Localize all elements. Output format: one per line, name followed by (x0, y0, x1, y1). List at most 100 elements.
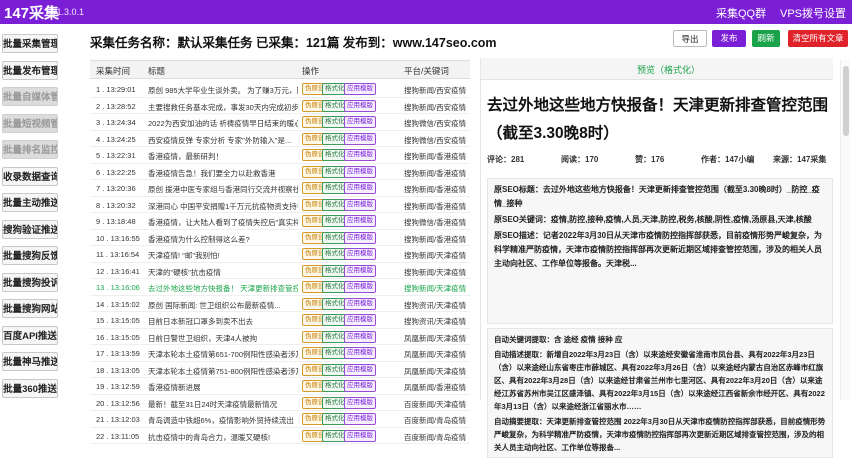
apply-template-button[interactable]: 应用模版 (344, 363, 376, 376)
row-title[interactable]: 目前日本新冠口罩多到卖不出去 (148, 316, 298, 327)
table-row[interactable]: 12 . 13:16:41 天津的"硬核"抗击疫情 伪原创 格式化 应用模版 搜狗新闻/天… (90, 263, 470, 279)
row-site: 百度新闻/天津疫情 (404, 399, 467, 409)
sidebar-item[interactable]: 批量采集管理 (2, 34, 58, 53)
table-row[interactable]: 1 . 13:29:01 原创 985大学毕业生谈外卖。 为了赚3万元，同... 伪… (90, 81, 470, 98)
row-title[interactable]: 西安疫情反弹 专家分析 专家"外防输入"是... (148, 135, 298, 146)
apply-template-button[interactable]: 应用模版 (344, 215, 376, 227)
table-row[interactable]: 18 . 13:13:05 天津本轮本土疫情第751-800例阳性感染者涉及...… (90, 362, 470, 378)
apply-template-button[interactable]: 应用模版 (344, 165, 376, 178)
row-title[interactable]: 香港疫情为什么控制得这么差? (148, 234, 298, 245)
sidebar-item[interactable]: 批量主动推送 (2, 193, 58, 212)
table-row[interactable]: 22 . 13:11:05 抗击疫情中的青岛合力，温暖又硬核! 伪原创 格式化 应用模版… (90, 428, 470, 444)
apply-template-button[interactable]: 应用模版 (344, 83, 376, 95)
apply-template-button[interactable]: 应用模版 (344, 149, 376, 161)
table-row[interactable]: 20 . 13:12:56 最新！截至31日24时天津疫情最新情况 伪原创 格式化 应用… (90, 395, 470, 411)
table-row[interactable]: 10 . 13:16:55 香港疫情为什么控制得这么差? 伪原创 格式化 应用模版 搜狗新… (90, 230, 470, 246)
apply-template-button[interactable]: 应用模版 (344, 429, 376, 442)
row-time: 2 . 13:28:52 (96, 101, 136, 111)
apply-template-button[interactable]: 应用模版 (344, 297, 376, 310)
table-row[interactable]: 8 . 13:20:32深港同心 中国平安捐赠1千万元抗疫物资支持香港...伪原… (90, 197, 470, 213)
row-title[interactable]: 天津本轮本土疫情第651-700例阳性感染者涉及... (148, 349, 298, 360)
table-row[interactable]: 3 . 13:24:34 2022为西安加油的话 祈祷疫情早日结束的暖心... 伪原… (90, 114, 470, 131)
row-site: 搜狗新闻/天津疫情 (404, 251, 467, 260)
row-time: 1 . 13:29:01 (96, 85, 136, 94)
apply-template-button[interactable]: 应用模版 (344, 198, 376, 211)
apply-template-button[interactable]: 应用模版 (344, 248, 376, 260)
preview-scrollbar[interactable] (840, 60, 850, 400)
row-site: 凤凰新闻/天津疫情 (404, 350, 467, 359)
apply-template-button[interactable]: 应用模版 (344, 264, 376, 277)
table-row[interactable]: 16 . 13:15:05 日前日警世卫组织，天津4人被拘 伪原创 格式化 应用模版 凤凰… (90, 329, 470, 345)
row-title[interactable]: 去过外地这些地方快报备！ 天津更新排查管控范围... (148, 283, 298, 294)
article-meta: 评论：281 阅读：170 赞：176 作者：147小编 来源：147采集 (487, 154, 833, 172)
apply-template-button[interactable]: 应用模版 (344, 231, 376, 244)
row-title[interactable]: 原创 援港中医专家组与香港同行交流并视察社区... (148, 184, 298, 195)
row-title[interactable]: 抗击疫情中的青岛合力，温暖又硬核! (148, 432, 298, 443)
table-row[interactable]: 11 . 13:16:54 天津疫情! "邮"我别怕! 伪原创 格式化 应用模版 搜狗新闻… (90, 246, 470, 263)
row-title[interactable]: 香港疫情新进展 (148, 382, 298, 393)
table-row[interactable]: 19 . 13:12:59 香港疫情新进展 伪原创 格式化 应用模版 凤凰新闻/香港疫情 (90, 378, 470, 395)
apply-template-button[interactable]: 应用模版 (344, 99, 376, 112)
row-site: 凤凰新闻/香港疫情 (404, 383, 467, 392)
row-title[interactable]: 主要搜救任务基本完成，事发30天内完成初步调查... (148, 102, 298, 113)
table-row[interactable]: 21 . 13:12:03 青岛调造中铁超6%，疫情影响外贸持续流出 伪原创 格式化应… (90, 411, 470, 428)
sidebar-item[interactable]: 搜狗验证推送 (2, 219, 58, 239)
row-title[interactable]: 天津的"硬核"抗击疫情 (148, 267, 298, 278)
row-title[interactable]: 日前日警世卫组织，天津4人被拘 (148, 333, 298, 344)
row-title[interactable]: 香港疫情告急！我们要全力以赴救香港 (148, 168, 298, 179)
apply-template-button[interactable]: 应用模版 (344, 380, 376, 392)
table-row[interactable]: 14 . 13:15:02 原创 国际新闻: 世卫组织公布最新疫情... 伪原创 格式… (90, 296, 470, 312)
row-title[interactable]: 原创 985大学毕业生谈外卖。 为了赚3万元，同... (148, 85, 298, 96)
row-title[interactable]: 香港疫情，让大陆人看到了疫情失控后"真实样板" (148, 217, 298, 228)
sidebar-item[interactable]: 批量发布管理 (2, 60, 58, 80)
apply-template-button[interactable]: 应用模版 (344, 281, 376, 293)
table-row[interactable]: 17 . 13:13:59 天津本轮本土疫情第651-700例阳性感染者涉及...… (90, 345, 470, 362)
apply-template-button[interactable]: 应用模版 (344, 116, 376, 128)
auto-description: 自动描述提取：新增自2022年3月23日（含）以来途经安徽省淮南市凤台县、具有2… (494, 350, 825, 411)
header-action: 操作 (302, 66, 320, 76)
export-button[interactable]: 导出 (673, 30, 707, 47)
scrollbar-thumb[interactable] (843, 66, 849, 136)
table-row[interactable]: 4 . 13:24:25 西安疫情反弹 专家分析 专家"外防输入"是... 伪原创格… (90, 131, 470, 147)
table-header: 采集时间 标题 操作 平台/关键词 (90, 60, 470, 79)
row-title[interactable]: 青岛调造中铁超6%，疫情影响外贸持续流出 (148, 415, 298, 426)
table-row[interactable]: 5 . 13:22:31 香港疫情，最新研判！ 伪原创 格式化 应用模版 搜狗新闻/香港疫… (90, 147, 470, 164)
row-title[interactable]: 天津本轮本土疫情第751-800例阳性感染者涉及... (148, 366, 298, 377)
table-row[interactable]: 13 . 13:16:06去过外地这些地方快报备！ 天津更新排查管控范围...伪… (90, 279, 470, 296)
table-row[interactable]: 15 . 13:15:05 目前日本新冠口罩多到卖不出去 伪原创 格式化 应用模版 搜狗资… (90, 312, 470, 329)
meta-likes: 赞：176 (635, 155, 665, 164)
clear-all-button[interactable]: 清空所有文章 (788, 30, 848, 47)
row-title[interactable]: 原创 国际新闻: 世卫组织公布最新疫情... (148, 300, 298, 311)
task-summary: 采集任务名称：默认采集任务 已采集：121篇 发布到：www.147seo.co… (90, 36, 497, 50)
row-time: 6 . 13:22:25 (96, 167, 136, 177)
apply-template-button[interactable]: 应用模版 (344, 132, 376, 145)
apply-template-button[interactable]: 应用模版 (344, 314, 376, 326)
sidebar-item[interactable]: 批量360推送 (2, 378, 58, 398)
apply-template-button[interactable]: 应用模版 (344, 413, 376, 425)
vps-settings-link[interactable]: VPS拨号设置 (780, 5, 846, 21)
table-row[interactable]: 6 . 13:22:25 香港疫情告急！我们要全力以赴救香港 伪原创 格式化 应用模版搜… (90, 164, 470, 180)
apply-template-button[interactable]: 应用模版 (344, 347, 376, 359)
sidebar-item[interactable]: 批量搜狗反馈 (2, 246, 58, 265)
sidebar-item[interactable]: 批量搜狗网站 (2, 299, 58, 318)
row-title[interactable]: 天津疫情! "邮"我别怕! (148, 250, 298, 261)
row-title[interactable]: 香港疫情，最新研判！ (148, 151, 298, 162)
table-row[interactable]: 9 . 13:18:48 香港疫情，让大陆人看到了疫情失控后"真实样板" 伪原创 格式… (90, 213, 470, 230)
row-title[interactable]: 最新！截至31日24时天津疫情最新情况 (148, 399, 298, 410)
sidebar-item[interactable]: 批量神马推送 (2, 352, 58, 371)
row-title[interactable]: 2022为西安加油的话 祈祷疫情早日结束的暖心... (148, 118, 298, 129)
row-title[interactable]: 深港同心 中国平安捐赠1千万元抗疫物资支持香港... (148, 201, 298, 212)
apply-template-button[interactable]: 应用模版 (344, 182, 376, 194)
apply-template-button[interactable]: 应用模版 (344, 330, 376, 343)
table-row[interactable]: 7 . 13:20:36 原创 援港中医专家组与香港同行交流并视察社区... 伪原创… (90, 180, 470, 197)
row-site: 凤凰新闻/天津疫情 (404, 333, 467, 343)
table-row[interactable]: 2 . 13:28:52主要搜救任务基本完成，事发30天内完成初步调查...伪原… (90, 98, 470, 114)
sidebar-item[interactable]: 百度API推送 (2, 325, 58, 345)
sidebar-item[interactable]: 批量搜狗投诉 (2, 272, 58, 292)
article-table: 采集时间 标题 操作 平台/关键词 1 . 13:29:01 原创 985大学毕业… (90, 60, 470, 444)
apply-template-button[interactable]: 应用模版 (344, 396, 376, 409)
publish-button[interactable]: 发布 (712, 30, 746, 47)
sidebar-item[interactable]: 收录数据查询 (2, 166, 58, 186)
refresh-button[interactable]: 刷新 (752, 30, 780, 47)
qq-group-link[interactable]: 采集QQ群 (716, 5, 766, 21)
